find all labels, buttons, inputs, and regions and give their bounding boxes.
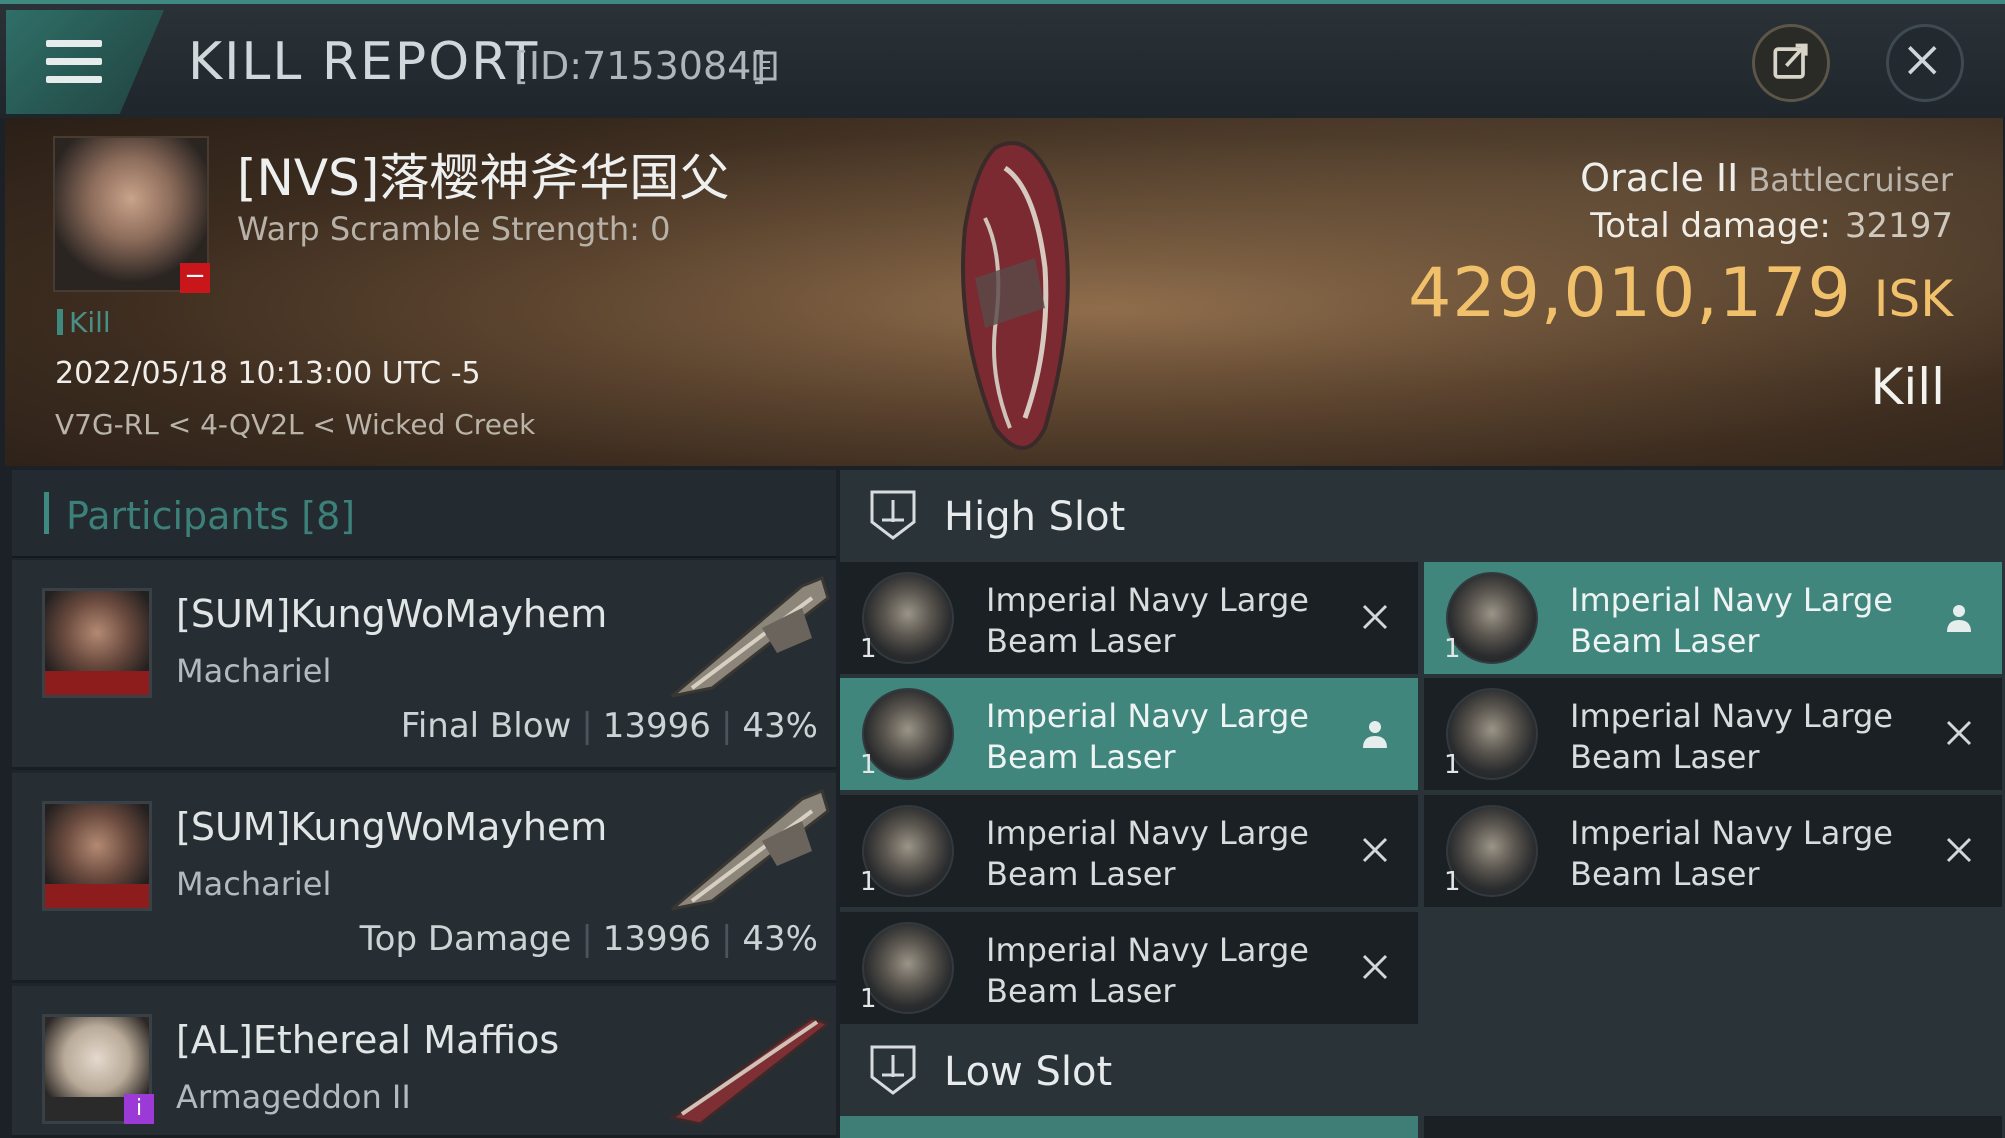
module-item[interactable]: 1 Imperial Navy Large Beam Laser	[840, 795, 1418, 907]
low-slot-icon	[870, 1045, 916, 1095]
participant-damage: 13996	[602, 706, 711, 746]
participant-ship: Machariel	[176, 865, 332, 903]
participant-percent: 43%	[742, 919, 818, 959]
ship-image	[671, 788, 830, 911]
page-title: KILL REPORT	[188, 32, 540, 92]
close-icon	[1362, 604, 1388, 630]
person-icon	[1363, 721, 1387, 748]
module-name: Imperial Navy Large Beam Laser	[1570, 581, 1893, 660]
module-item[interactable]: 1 Imperial Navy Large Beam Laser	[1424, 562, 2002, 674]
isk-unit: ISK	[1873, 270, 1953, 328]
kill-location[interactable]: V7G-RL < 4-QV2L < Wicked Creek	[55, 408, 535, 441]
warp-scramble-strength: Warp Scramble Strength: 0	[237, 210, 671, 248]
kill-result: Kill	[1870, 358, 1945, 416]
module-quantity: 1	[860, 750, 877, 780]
participant-row[interactable]: i [AL]Ethereal Maffios Armageddon II	[12, 986, 836, 1138]
module-item[interactable]: 1 Imperial Navy Large Beam Laser	[840, 562, 1418, 674]
module-item[interactable]	[1424, 1116, 2002, 1138]
module-name: Imperial Navy Large Beam Laser	[986, 697, 1309, 776]
participants-header[interactable]: Participants [8]	[12, 470, 836, 558]
close-button[interactable]	[1886, 24, 1964, 102]
close-icon	[1946, 720, 1972, 746]
module-item[interactable]: 1 Imperial Navy Large Beam Laser	[840, 678, 1418, 790]
participant-role: Top Damage	[359, 919, 572, 959]
isk-value: 429,010,179	[1408, 254, 1852, 333]
high-slot-header: High Slot	[840, 470, 2005, 558]
module-quantity: 1	[1444, 750, 1461, 780]
high-slot-icon	[870, 490, 916, 540]
avatar[interactable]	[42, 801, 152, 911]
participant-role: Final Blow	[400, 706, 572, 746]
share-button[interactable]	[1752, 24, 1830, 102]
participant-name: [SUM]KungWoMayhem	[176, 805, 608, 849]
victim-summary: − [NVS]落樱神斧华国父 Warp Scramble Strength: 0…	[5, 118, 2003, 466]
fitting-panel: High Slot 1 Imperial Navy Large Beam Las…	[840, 470, 2005, 1138]
share-icon	[1773, 43, 1808, 79]
ship-name: Oracle II	[1580, 156, 1739, 200]
participant-stats: Final Blow | 13996 | 43%	[400, 706, 818, 746]
module-name: Imperial Navy Large Beam Laser	[986, 931, 1309, 1010]
close-icon	[1946, 837, 1972, 863]
participant-name: [SUM]KungWoMayhem	[176, 592, 608, 636]
close-icon	[1362, 837, 1388, 863]
module-item[interactable]: 1 Imperial Navy Large Beam Laser	[1424, 678, 2002, 790]
kill-tag: Kill	[57, 306, 111, 339]
high-slot-title: High Slot	[944, 494, 1126, 540]
kill-datetime: 2022/05/18 10:13:00 UTC -5	[55, 356, 481, 391]
module-item[interactable]: 1 Imperial Navy Large Beam Laser	[840, 912, 1418, 1024]
menu-button[interactable]	[6, 10, 164, 114]
avatar[interactable]	[42, 588, 152, 698]
participant-ship: Machariel	[176, 652, 332, 690]
close-icon	[1362, 954, 1388, 980]
ship-type[interactable]: Oracle II Battlecruiser	[1580, 156, 1953, 200]
low-slot-title: Low Slot	[944, 1049, 1113, 1095]
total-damage-value: 32197	[1844, 206, 1953, 246]
module-item[interactable]: 1 Imperial Navy Large Beam Laser	[1424, 795, 2002, 907]
module-quantity: 1	[860, 867, 877, 897]
accent-bar	[44, 492, 49, 534]
victim-name[interactable]: [NVS]落樱神斧华国父	[237, 138, 729, 210]
title-bar: KILL REPORT [ID:7153084]	[0, 0, 2005, 118]
participants-panel: Participants [8] [SUM]KungWoMayhem Macha…	[12, 470, 836, 1138]
module-item[interactable]	[840, 1116, 1418, 1138]
isk-value-line: 429,010,179 ISK	[1408, 254, 1953, 333]
module-name: Imperial Navy Large Beam Laser	[986, 581, 1309, 660]
person-icon	[1947, 605, 1971, 632]
hamburger-menu-icon	[46, 40, 102, 83]
info-badge-icon: i	[124, 1094, 154, 1124]
close-icon	[1908, 46, 1937, 75]
ship-image	[671, 575, 830, 698]
standing-badge-icon: −	[180, 263, 210, 293]
module-name: Imperial Navy Large Beam Laser	[1570, 814, 1893, 893]
module-quantity: 1	[1444, 867, 1461, 897]
module-quantity: 1	[860, 634, 877, 664]
ship-class: Battlecruiser	[1748, 161, 1953, 199]
total-damage-label: Total damage:	[1590, 206, 1831, 246]
report-id: [ID:7153084]	[514, 44, 767, 88]
participant-stats: Top Damage | 13996 | 43%	[359, 919, 818, 959]
ship-image[interactable]	[935, 128, 1095, 466]
ship-image	[668, 1016, 832, 1126]
low-slot-header: Low Slot	[840, 1025, 2005, 1113]
module-quantity: 1	[1444, 634, 1461, 664]
module-name: Imperial Navy Large Beam Laser	[1570, 697, 1893, 776]
copy-icon[interactable]	[752, 50, 780, 84]
module-quantity: 1	[860, 984, 877, 1014]
participant-percent: 43%	[742, 706, 818, 746]
participant-name: [AL]Ethereal Maffios	[176, 1018, 560, 1062]
participant-row[interactable]: [SUM]KungWoMayhem Machariel Final Blow | 1…	[12, 560, 836, 770]
participants-title: Participants [8]	[66, 494, 356, 538]
participant-damage: 13996	[602, 919, 711, 959]
module-name: Imperial Navy Large Beam Laser	[986, 814, 1309, 893]
participant-ship: Armageddon II	[176, 1078, 411, 1116]
participant-row[interactable]: [SUM]KungWoMayhem Machariel Top Damage | 1…	[12, 773, 836, 983]
total-damage: Total damage: 32197	[1590, 206, 1953, 246]
